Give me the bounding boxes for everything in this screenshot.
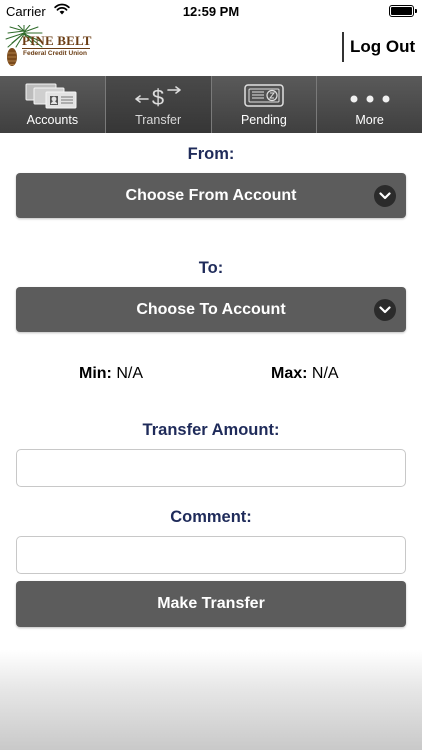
status-bar: Carrier 12:59 PM	[0, 0, 422, 22]
battery-icon	[389, 5, 417, 17]
max-label: Max:	[271, 365, 308, 382]
svg-text:$: $	[152, 85, 164, 110]
transfer-amount-label: Transfer Amount:	[142, 421, 280, 439]
transfer-icon: $	[130, 82, 186, 113]
logo-subtext: Federal Credit Union	[23, 50, 87, 57]
tab-transfer[interactable]: $ Transfer	[105, 76, 212, 133]
pending-icon	[236, 82, 292, 113]
more-icon	[342, 82, 398, 113]
tab-accounts[interactable]: Accounts	[0, 76, 106, 133]
pine-belt-logo: PINE BELT Federal Credit Union	[4, 25, 92, 73]
tab-more[interactable]: More	[317, 76, 422, 133]
tab-accounts-label: Accounts	[26, 113, 79, 127]
from-account-select-text: Choose From Account	[125, 186, 297, 204]
comment-label: Comment:	[170, 508, 252, 526]
tab-transfer-label: Transfer	[135, 113, 182, 127]
min-amount: Min: N/A	[79, 365, 143, 383]
tab-bar: Accounts $ Transfer Pending More	[0, 76, 422, 133]
tab-pending[interactable]: Pending	[212, 76, 318, 133]
footer-gradient	[0, 650, 422, 750]
min-label: Min:	[79, 365, 112, 382]
to-account-select[interactable]: Choose To Account	[16, 287, 406, 332]
max-amount: Max: N/A	[271, 365, 339, 383]
from-label: From:	[187, 145, 235, 163]
tab-more-label: More	[355, 113, 384, 127]
app-header: PINE BELT Federal Credit Union Log Out	[0, 22, 422, 76]
make-transfer-button[interactable]: Make Transfer	[16, 581, 406, 627]
logout-button[interactable]: Log Out	[350, 37, 415, 57]
chevron-down-icon	[374, 299, 396, 321]
from-account-select[interactable]: Choose From Account	[16, 173, 406, 218]
tab-pending-label: Pending	[240, 113, 287, 127]
to-account-select-text: Choose To Account	[136, 300, 286, 318]
logo-text: PINE BELT	[22, 33, 92, 48]
to-label: To:	[198, 259, 224, 277]
accounts-icon	[24, 82, 80, 113]
comment-input[interactable]	[16, 536, 406, 574]
transfer-amount-input[interactable]	[16, 449, 406, 487]
max-value: N/A	[311, 365, 339, 382]
header-divider	[342, 32, 344, 62]
min-value: N/A	[116, 365, 143, 382]
status-time: 12:59 PM	[182, 4, 240, 19]
chevron-down-icon	[374, 185, 396, 207]
